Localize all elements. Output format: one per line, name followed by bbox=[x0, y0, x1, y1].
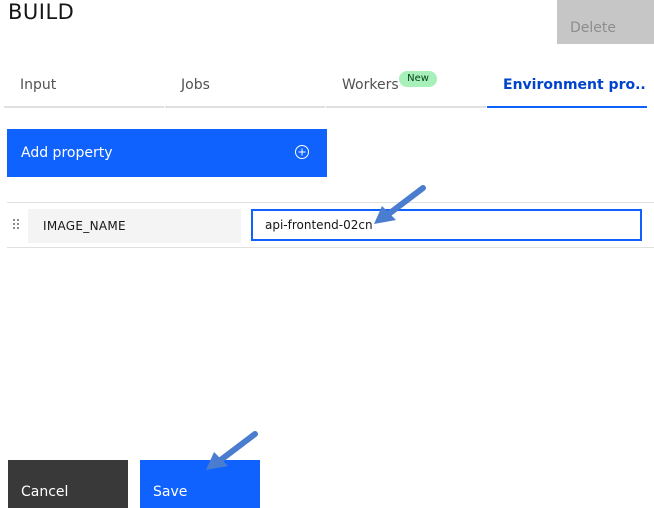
tab-jobs[interactable]: Jobs bbox=[165, 62, 325, 108]
tab-environment-properties[interactable]: Environment pro... bbox=[487, 62, 647, 108]
annotation-arrow-icon bbox=[374, 185, 426, 224]
drag-handle-icon[interactable] bbox=[13, 219, 21, 231]
tab-bar: Input Jobs Workers Environment pro... bbox=[4, 62, 647, 108]
property-value-input[interactable]: api-frontend-02cn bbox=[251, 209, 642, 241]
property-name: IMAGE_NAME bbox=[28, 209, 241, 243]
tab-input[interactable]: Input bbox=[4, 62, 164, 108]
add-circle-icon bbox=[295, 145, 309, 159]
page-title: BUILD bbox=[8, 0, 75, 24]
new-badge: New bbox=[399, 71, 437, 87]
annotation-arrow-icon bbox=[206, 431, 258, 470]
add-property-button[interactable]: Add property bbox=[7, 129, 327, 177]
cancel-button[interactable]: Cancel bbox=[8, 460, 128, 508]
delete-button[interactable]: Delete bbox=[557, 0, 654, 44]
property-row: IMAGE_NAME api-frontend-02cn bbox=[7, 202, 654, 248]
add-property-label: Add property bbox=[21, 145, 113, 161]
